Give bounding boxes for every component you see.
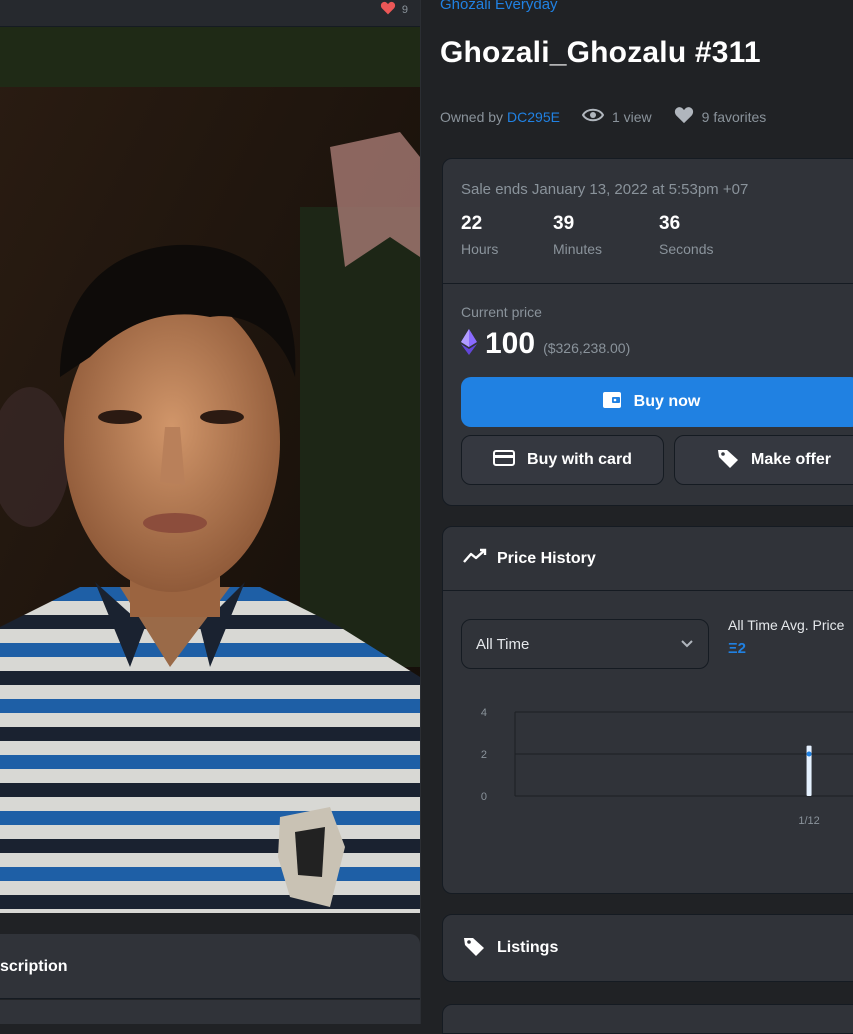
hours-label: Hours	[461, 241, 499, 257]
buy-now-label: Buy now	[633, 393, 701, 410]
left-column: 9 scription	[0, 0, 420, 1024]
price-point	[806, 751, 812, 757]
owned-by-label: Owned by	[440, 108, 504, 125]
price-history-card: Price History All Time All Time Avg. Pri…	[442, 526, 853, 894]
description-card[interactable]: scription	[0, 934, 420, 999]
next-right-card	[442, 1004, 853, 1034]
trend-line-icon	[463, 548, 487, 569]
sale-header: Sale ends January 13, 2022 at 5:53pm +07…	[443, 159, 853, 284]
favorite-mini[interactable]: 9	[380, 1, 408, 18]
chevron-down-icon	[680, 636, 694, 653]
wallet-icon	[602, 391, 622, 414]
tag-icon	[717, 448, 739, 473]
price-history-title: Price History	[497, 549, 596, 567]
favorites-text: 9 favorites	[701, 108, 767, 125]
heart-icon	[380, 1, 396, 18]
views-count: 1 view	[581, 108, 652, 125]
buy-with-card-label: Buy with card	[527, 451, 632, 468]
listings-title: Listings	[497, 939, 559, 956]
make-offer-label: Make offer	[750, 451, 832, 468]
hours-value: 22	[461, 213, 483, 234]
countdown-seconds: 36 Seconds	[659, 213, 713, 257]
owner-link[interactable]: DC295E	[507, 109, 560, 125]
y-tick-label: 0	[481, 791, 487, 803]
listings-card[interactable]: Listings	[442, 914, 853, 982]
sale-card: Sale ends January 13, 2022 at 5:53pm +07…	[442, 158, 853, 506]
collection-link[interactable]: Ghozali Everyday	[440, 0, 558, 13]
minutes-value: 39	[553, 213, 575, 234]
make-offer-button[interactable]: Make offer	[674, 435, 853, 485]
views-text: 1 view	[611, 108, 652, 125]
countdown-hours: 22 Hours	[461, 213, 498, 257]
image-top-bar: 9	[0, 0, 420, 27]
price-history-header[interactable]: Price History	[443, 527, 853, 591]
avg-price-label: All Time Avg. Price	[728, 617, 845, 633]
price-row: 100 ($326,238.00)	[461, 327, 630, 361]
nft-image[interactable]	[0, 27, 420, 913]
price-usd: ($326,238.00)	[543, 340, 631, 356]
credit-card-icon	[493, 449, 516, 471]
time-range-value: All Time	[476, 635, 530, 653]
seconds-value: 36	[659, 213, 681, 234]
y-tick-label: 2	[481, 749, 487, 761]
sale-ends-text: Sale ends January 13, 2022 at 5:53pm +07	[461, 181, 749, 198]
heart-icon	[674, 106, 694, 127]
countdown-minutes: 39 Minutes	[553, 213, 602, 257]
portrait-illustration	[0, 27, 420, 913]
price-value: 100	[485, 327, 536, 360]
favorite-mini-count: 9	[401, 3, 408, 16]
time-range-select[interactable]: All Time	[461, 619, 709, 669]
description-title: scription	[0, 958, 68, 975]
column-divider	[420, 0, 421, 1024]
item-title: Ghozali_Ghozalu #311	[440, 36, 761, 69]
favorites-count[interactable]: 9 favorites	[674, 106, 767, 127]
price-history-chart: 4 2 0 1/12	[481, 707, 853, 827]
tag-icon	[463, 936, 485, 961]
buy-with-card-button[interactable]: Buy with card	[461, 435, 664, 485]
minutes-label: Minutes	[553, 241, 603, 257]
buy-now-button[interactable]: Buy now	[461, 377, 853, 427]
seconds-label: Seconds	[659, 241, 714, 257]
y-tick-label: 4	[481, 707, 487, 719]
current-price-label: Current price	[461, 304, 542, 320]
next-left-card	[0, 1000, 420, 1024]
item-meta: Owned by DC295E 1 view 9 favorites	[440, 106, 766, 127]
avg-price-value: Ξ2	[728, 640, 746, 657]
x-tick-label: 1/12	[798, 815, 819, 827]
eye-icon	[581, 108, 605, 125]
listings-header: Listings	[443, 915, 853, 981]
ethereum-icon	[461, 328, 477, 360]
